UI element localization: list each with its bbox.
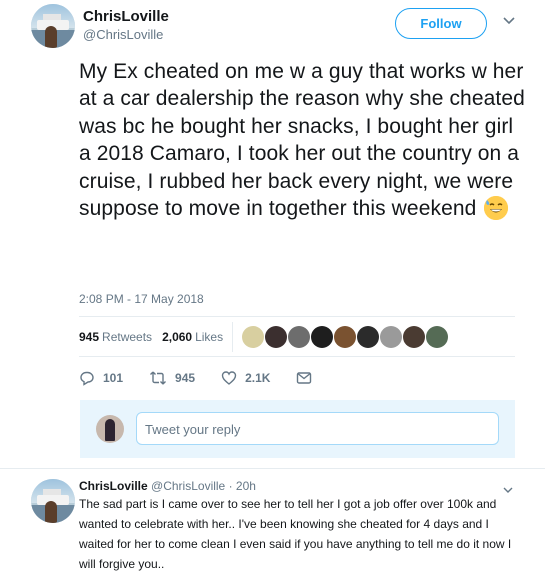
viewer-avatar — [96, 415, 124, 443]
reply-count: 101 — [103, 371, 124, 385]
retweets-stat[interactable]: 945 Retweets — [79, 330, 152, 344]
reply-composer: Tweet your reply — [80, 400, 515, 458]
liker-avatar[interactable] — [380, 326, 402, 348]
retweets-label: Retweets — [102, 330, 153, 344]
follow-button[interactable]: Follow — [395, 8, 487, 39]
liker-avatar[interactable] — [265, 326, 287, 348]
divider — [79, 356, 515, 357]
author-handle[interactable]: @ChrisLoville — [83, 27, 163, 42]
reply-text: The sad part is I came over to see her t… — [79, 497, 512, 571]
tweet-text: My Ex cheated on me w a guy that works w… — [79, 58, 529, 222]
reply-age[interactable]: 20h — [236, 479, 256, 493]
reply-author-avatar[interactable] — [31, 479, 75, 523]
liker-avatars — [242, 326, 448, 348]
avatar-figure — [105, 419, 115, 441]
stats-separator — [232, 322, 233, 352]
divider — [79, 316, 515, 317]
main-tweet: ChrisLoville @ChrisLoville Follow My Ex … — [0, 0, 545, 392]
like-button[interactable]: 2.1K — [221, 370, 270, 386]
liker-avatar[interactable] — [426, 326, 448, 348]
liker-avatar[interactable] — [288, 326, 310, 348]
author-display-name[interactable]: ChrisLoville — [83, 8, 169, 25]
reply-separator-dot: · — [228, 479, 233, 493]
tweet-body: My Ex cheated on me w a guy that works w… — [79, 60, 525, 221]
liker-avatar[interactable] — [311, 326, 333, 348]
engagement-stats: 945 Retweets 2,060 Likes — [79, 330, 233, 344]
like-count: 2.1K — [245, 371, 271, 385]
envelope-icon — [297, 372, 312, 384]
avatar-person — [45, 26, 57, 48]
chevron-down-icon[interactable] — [502, 14, 516, 28]
avatar-person — [45, 501, 57, 523]
tweet-actions: 101 945 2.1K — [79, 370, 346, 386]
direct-message-button[interactable] — [296, 371, 320, 385]
reply-tweet: ChrisLoville @ChrisLoville · 20h The sad… — [0, 468, 545, 572]
reply-button[interactable]: 101 — [79, 370, 123, 386]
reply-handle[interactable]: @ChrisLoville — [151, 479, 225, 493]
grinning-sweat-emoji-icon — [484, 196, 509, 221]
likes-label: Likes — [195, 330, 224, 344]
retweet-button[interactable]: 945 — [149, 370, 195, 386]
reply-header: ChrisLoville @ChrisLoville · 20h — [79, 479, 256, 493]
reply-input[interactable]: Tweet your reply — [136, 412, 499, 445]
retweets-count: 945 — [79, 330, 100, 344]
retweet-icon — [150, 371, 167, 385]
reply-icon — [80, 371, 94, 386]
liker-avatar[interactable] — [334, 326, 356, 348]
author-avatar[interactable] — [31, 4, 75, 48]
liker-avatar[interactable] — [403, 326, 425, 348]
liker-avatar[interactable] — [357, 326, 379, 348]
likes-count: 2,060 — [162, 330, 193, 344]
likes-stat[interactable]: 2,060 Likes — [162, 330, 223, 344]
reply-display-name[interactable]: ChrisLoville — [79, 479, 148, 493]
tweet-timestamp[interactable]: 2:08 PM - 17 May 2018 — [79, 292, 204, 306]
heart-icon — [221, 371, 237, 385]
liker-avatar[interactable] — [242, 326, 264, 348]
retweet-count: 945 — [175, 371, 196, 385]
